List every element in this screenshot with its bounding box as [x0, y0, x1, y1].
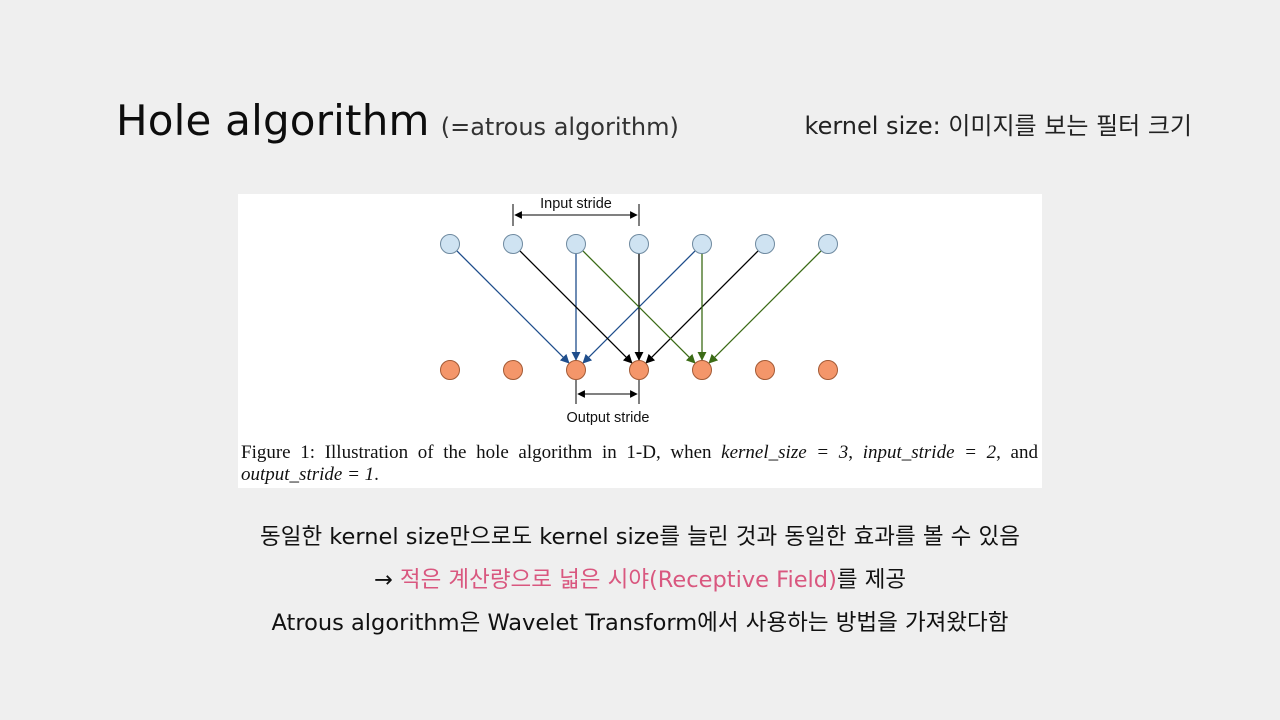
- title-main: Hole algorithm: [116, 96, 430, 145]
- explanation-line-2: → 적은 계산량으로 넓은 시야(Receptive Field)를 제공: [0, 561, 1280, 604]
- output-node-3: [566, 360, 586, 380]
- line-2-rest: 를 제공: [836, 567, 907, 593]
- output-node-4: [629, 360, 649, 380]
- highlighted-phrase: 적은 계산량으로 넓은 시야(Receptive Field): [399, 567, 837, 593]
- input-node-5: [692, 234, 712, 254]
- input-node-1: [440, 234, 460, 254]
- explanation-line-3: Atrous algorithm은 Wavelet Transform에서 사용…: [271, 610, 1009, 636]
- caption-separator: ,: [848, 442, 863, 463]
- caption-line-1: Figure 1: Illustration of the hole algor…: [241, 442, 1038, 464]
- input-node-6: [755, 234, 775, 254]
- output-node-7: [818, 360, 838, 380]
- explanation-line-1: 동일한 kernel size만으로도 kernel size를 늘린 것과 동…: [260, 524, 1020, 550]
- output-node-1: [440, 360, 460, 380]
- output-node-5: [692, 360, 712, 380]
- caption-end: .: [374, 464, 379, 485]
- arrow-glyph: →: [373, 567, 400, 593]
- title-subtitle: (=atrous algorithm): [440, 113, 679, 141]
- slide-title: Hole algorithm (=atrous algorithm): [116, 96, 679, 145]
- kernel-size-note: kernel size: 이미지를 보는 필터 크기: [804, 112, 1192, 140]
- input-node-7: [818, 234, 838, 254]
- caption-and: , and: [996, 442, 1038, 463]
- figure-panel: Input stride Output stride Figure 1: Ill…: [238, 194, 1042, 488]
- output-stride-label: Output stride: [566, 410, 649, 426]
- caption-kernel-size: kernel_size = 3: [721, 442, 849, 463]
- caption-prefix: Figure 1: Illustration of the hole algor…: [241, 442, 722, 463]
- input-stride-label: Input stride: [540, 196, 612, 212]
- caption-line-2: output_stride = 1.: [241, 464, 1038, 486]
- caption-input-stride: input_stride = 2: [862, 442, 997, 463]
- hole-algorithm-diagram: Input stride Output stride: [440, 196, 838, 426]
- connection-arrows: [456, 250, 822, 364]
- arrow-blue-0-to-2: [456, 250, 570, 364]
- explanation-text: 동일한 kernel size만으로도 kernel size를 늘린 것과 동…: [0, 518, 1280, 647]
- figure-caption: Figure 1: Illustration of the hole algor…: [241, 442, 1038, 486]
- arrow-green-6-to-4: [708, 250, 822, 364]
- caption-output-stride: output_stride = 1: [241, 464, 375, 485]
- output-node-2: [503, 360, 523, 380]
- input-node-4: [629, 234, 649, 254]
- input-node-3: [566, 234, 586, 254]
- input-node-2: [503, 234, 523, 254]
- output-node-6: [755, 360, 775, 380]
